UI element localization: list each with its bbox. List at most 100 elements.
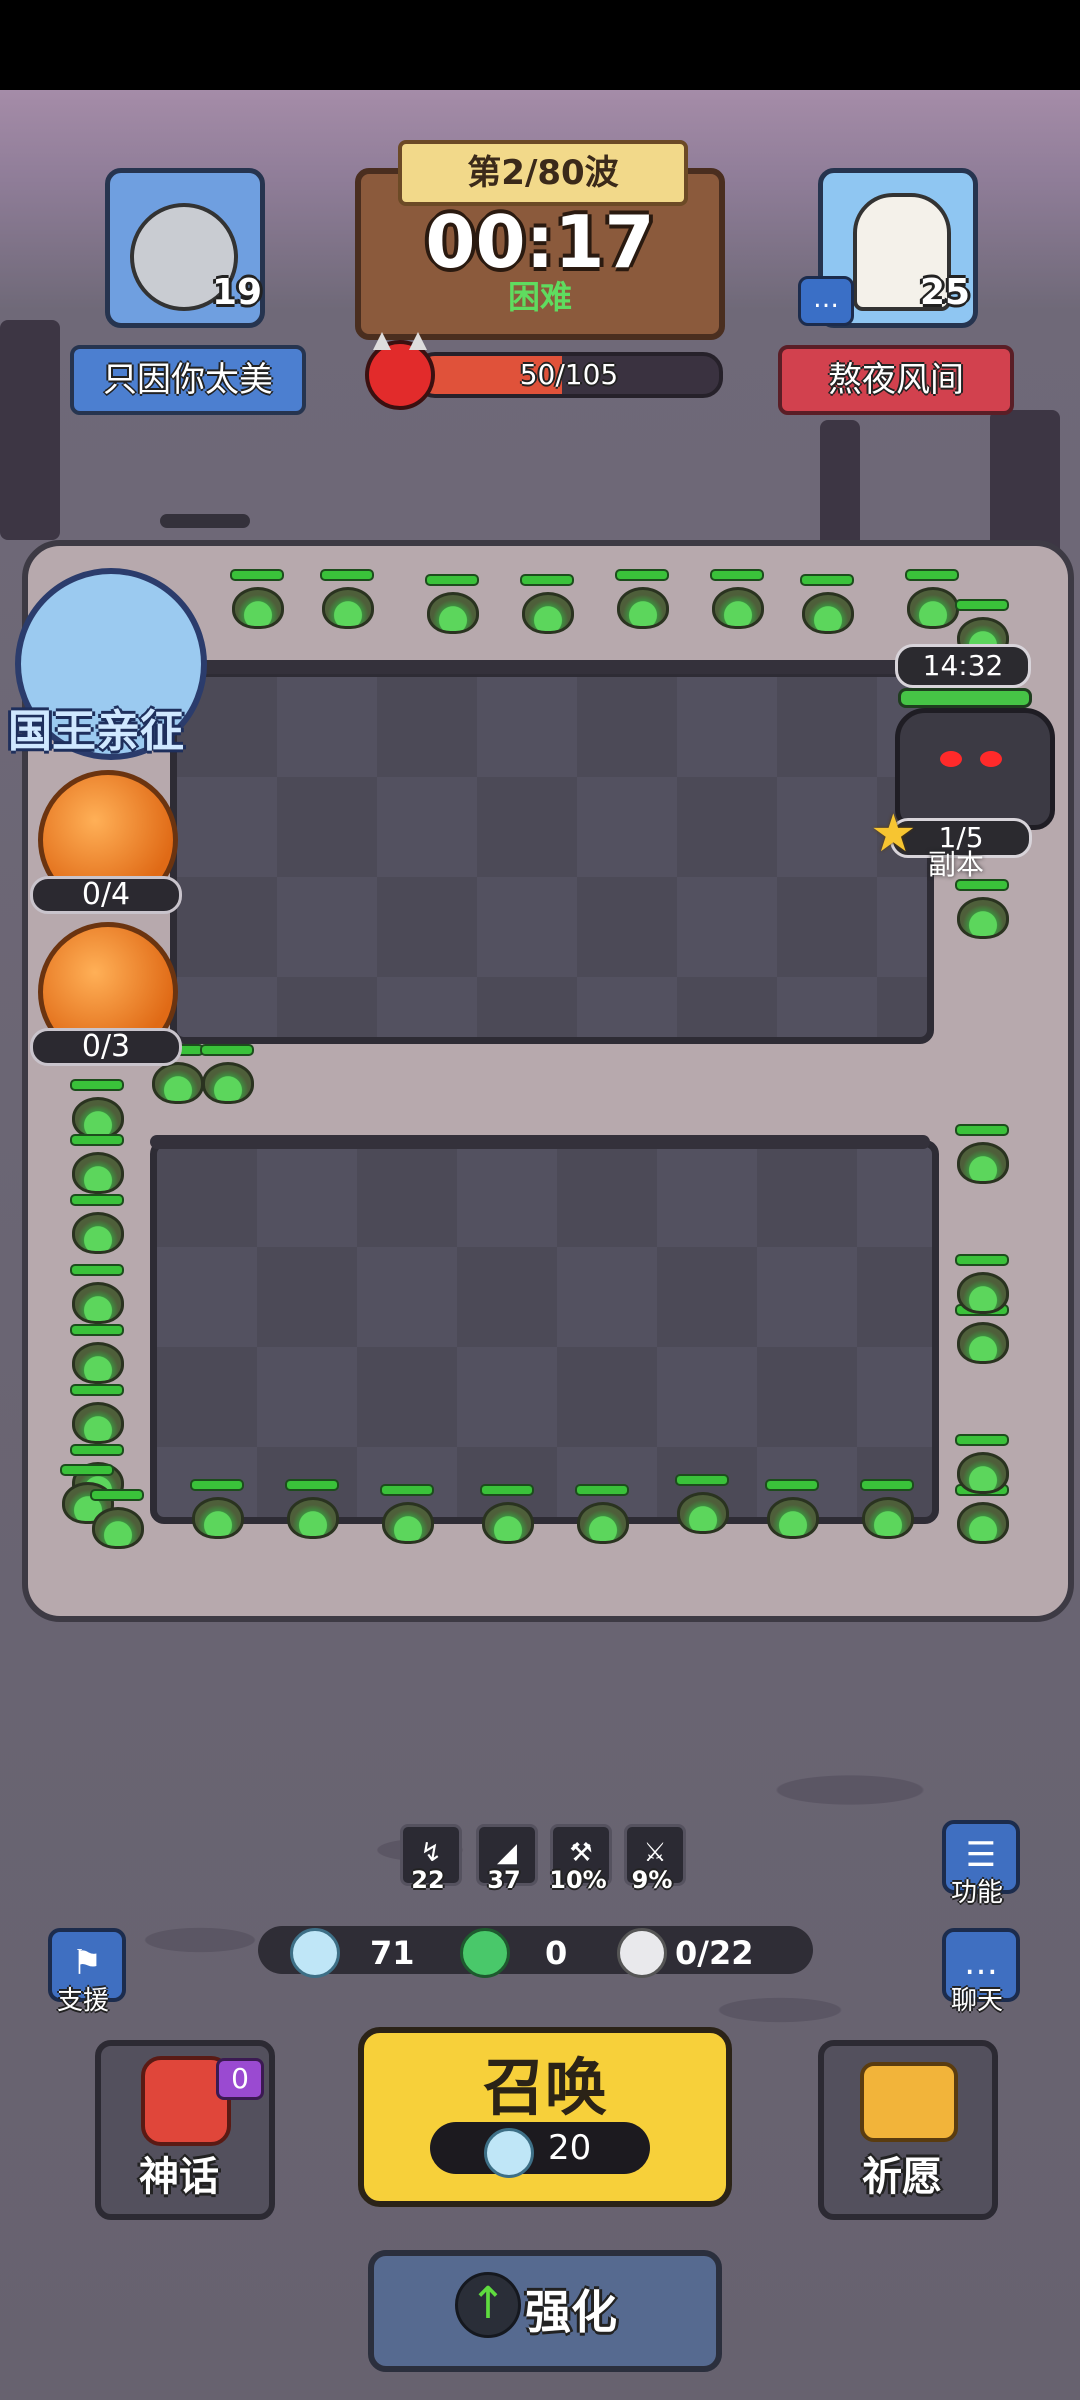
status-bar	[0, 0, 1080, 90]
enemy-unit	[230, 569, 284, 629]
devil-icon	[365, 332, 435, 410]
hero-slot-1-count: 0/4	[30, 876, 182, 914]
upgrade-label: 强化	[525, 2285, 617, 2339]
enemy-hp-bar	[60, 1464, 114, 1476]
gem-icon	[460, 1928, 510, 1978]
enemy-unit	[955, 879, 1009, 939]
enemy-hp-bar	[955, 1434, 1009, 1446]
battle-field-bottom[interactable]	[150, 1140, 939, 1524]
turtle-enemy-icon	[712, 587, 764, 629]
boss-monster[interactable]	[895, 708, 1055, 830]
unit-count: 0/22	[675, 1934, 754, 1972]
enemy-unit	[425, 574, 479, 634]
turtle-enemy-icon	[862, 1497, 914, 1539]
enemy-unit	[955, 1254, 1009, 1314]
enemy-hp-bar	[70, 1324, 124, 1336]
boss-timer: 14:32	[895, 644, 1031, 688]
stat-axe: 10%	[549, 1866, 607, 1894]
turtle-enemy-icon	[957, 1142, 1009, 1184]
enemy-unit	[190, 1479, 244, 1539]
enemy-hp-bar	[575, 1484, 629, 1496]
enemy-hp-bar	[70, 1194, 124, 1206]
functions-label: 功能	[950, 1878, 1003, 1908]
turtle-enemy-icon	[322, 587, 374, 629]
stat-speed: 22	[411, 1866, 445, 1894]
player-right-name: 熬夜风间	[778, 345, 1014, 415]
battle-field-top[interactable]	[170, 670, 934, 1044]
enemy-hp-bar	[955, 1124, 1009, 1136]
unit-icon	[617, 1928, 667, 1978]
enemy-hp-bar	[905, 569, 959, 581]
enemy-hp-bar	[955, 1254, 1009, 1266]
enemy-hp-bar	[710, 569, 764, 581]
boss-dungeon-label: 副本	[928, 848, 985, 881]
boss-eye-icon	[940, 751, 962, 767]
wave-counter: 第2/80波	[398, 140, 688, 206]
enemy-hp-bar	[90, 1489, 144, 1501]
enemy-unit	[70, 1134, 124, 1194]
myth-badge: 0	[216, 2058, 264, 2100]
enemy-unit	[955, 1124, 1009, 1184]
slot-machine-icon	[860, 2062, 958, 2142]
arrow-up-icon: ↑	[455, 2272, 521, 2338]
crystal-count: 71	[370, 1934, 415, 1972]
turtle-enemy-icon	[287, 1497, 339, 1539]
player-right-level: 25	[920, 272, 971, 313]
summon-label: 召唤	[482, 2051, 607, 2124]
enemy-hp-bar	[70, 1444, 124, 1456]
star-icon: ★	[870, 804, 917, 864]
turtle-enemy-icon	[72, 1212, 124, 1254]
fence-top	[150, 660, 920, 674]
enemy-hp-bar	[800, 574, 854, 586]
hero-slot-2-count: 0/3	[30, 1028, 182, 1066]
chat-bubble-icon[interactable]: …	[798, 276, 854, 326]
turtle-enemy-icon	[72, 1152, 124, 1194]
enemy-unit	[765, 1479, 819, 1539]
enemy-hp-bar	[70, 1264, 124, 1276]
enemy-hp-bar	[380, 1484, 434, 1496]
summon-cost-pill	[430, 2122, 650, 2174]
enemy-hp-bar	[520, 574, 574, 586]
turtle-enemy-icon	[907, 587, 959, 629]
enemy-hp-bar	[765, 1479, 819, 1491]
turtle-enemy-icon	[617, 587, 669, 629]
enemy-count-text: 50/105	[519, 358, 619, 391]
enemy-hp-bar	[285, 1479, 339, 1491]
enemy-hp-bar	[70, 1384, 124, 1396]
enemy-unit	[70, 1264, 124, 1324]
stat-hammer: 9%	[631, 1866, 673, 1894]
enemy-unit	[70, 1079, 124, 1139]
turtle-enemy-icon	[92, 1507, 144, 1549]
turtle-enemy-icon	[72, 1402, 124, 1444]
enemy-unit	[90, 1489, 144, 1549]
chat-label: 聊天	[950, 1986, 1003, 2016]
enemy-unit	[710, 569, 764, 629]
turtle-enemy-icon	[192, 1497, 244, 1539]
turtle-enemy-icon	[957, 1322, 1009, 1364]
enemy-unit	[955, 1304, 1009, 1364]
tree-left	[0, 320, 60, 540]
difficulty-label: 困难	[507, 278, 572, 316]
enemy-unit	[675, 1474, 729, 1534]
enemy-unit	[800, 574, 854, 634]
turtle-enemy-icon	[482, 1502, 534, 1544]
enemy-unit	[70, 1324, 124, 1384]
enemy-hp-bar	[860, 1479, 914, 1491]
enemy-unit	[575, 1484, 629, 1544]
enemy-unit	[905, 569, 959, 629]
enemy-unit	[380, 1484, 434, 1544]
enemy-unit	[955, 1484, 1009, 1544]
turtle-enemy-icon	[957, 1502, 1009, 1544]
enemy-hp-bar	[190, 1479, 244, 1491]
turtle-enemy-icon	[427, 592, 479, 634]
turtle-enemy-icon	[677, 1492, 729, 1534]
enemy-unit	[70, 1384, 124, 1444]
turtle-enemy-icon	[152, 1062, 204, 1104]
turtle-enemy-icon	[767, 1497, 819, 1539]
turtle-enemy-icon	[522, 592, 574, 634]
enemy-unit	[320, 569, 374, 629]
turtle-enemy-icon	[957, 1272, 1009, 1314]
boss-hp-bar	[898, 688, 1032, 708]
enemy-hp-bar	[675, 1474, 729, 1486]
turtle-enemy-icon	[72, 1097, 124, 1139]
